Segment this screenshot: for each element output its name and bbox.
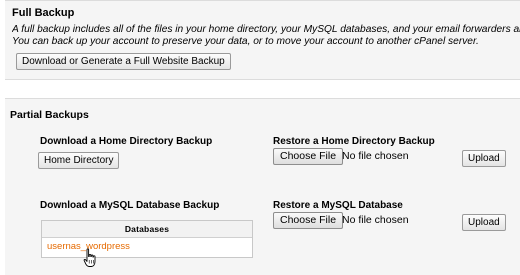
partial-backups-title: Partial Backups [10,109,89,121]
mysql-file-status: No file chosen [342,214,409,226]
home-directory-button[interactable]: Home Directory [38,152,120,169]
home-upload-button[interactable]: Upload [462,150,506,167]
home-choose-file-button[interactable]: Choose File [273,148,344,165]
full-backup-title: Full Backup [12,7,75,19]
home-directory-download-heading: Download a Home Directory Backup [40,136,213,147]
generate-full-backup-button[interactable]: Download or Generate a Full Website Back… [16,53,231,70]
full-backup-description: A full backup includes all of the files … [12,24,520,48]
databases-table: Databases usernas_wordpress [41,220,253,258]
mysql-restore-heading: Restore a MySQL Database [273,200,403,211]
mysql-download-heading: Download a MySQL Database Backup [40,200,220,211]
mysql-choose-file-button[interactable]: Choose File [273,212,344,229]
databases-table-header: Databases [42,221,252,238]
full-backup-description-line2: You can back up your account to preserve… [12,36,479,47]
hand-pointer-icon [83,248,96,267]
full-backup-description-line1: A full backup includes all of the files … [12,24,520,35]
home-directory-restore-heading: Restore a Home Directory Backup [273,136,435,147]
home-file-status: No file chosen [342,150,409,162]
mysql-upload-button[interactable]: Upload [462,214,506,231]
table-row: usernas_wordpress [42,238,252,258]
